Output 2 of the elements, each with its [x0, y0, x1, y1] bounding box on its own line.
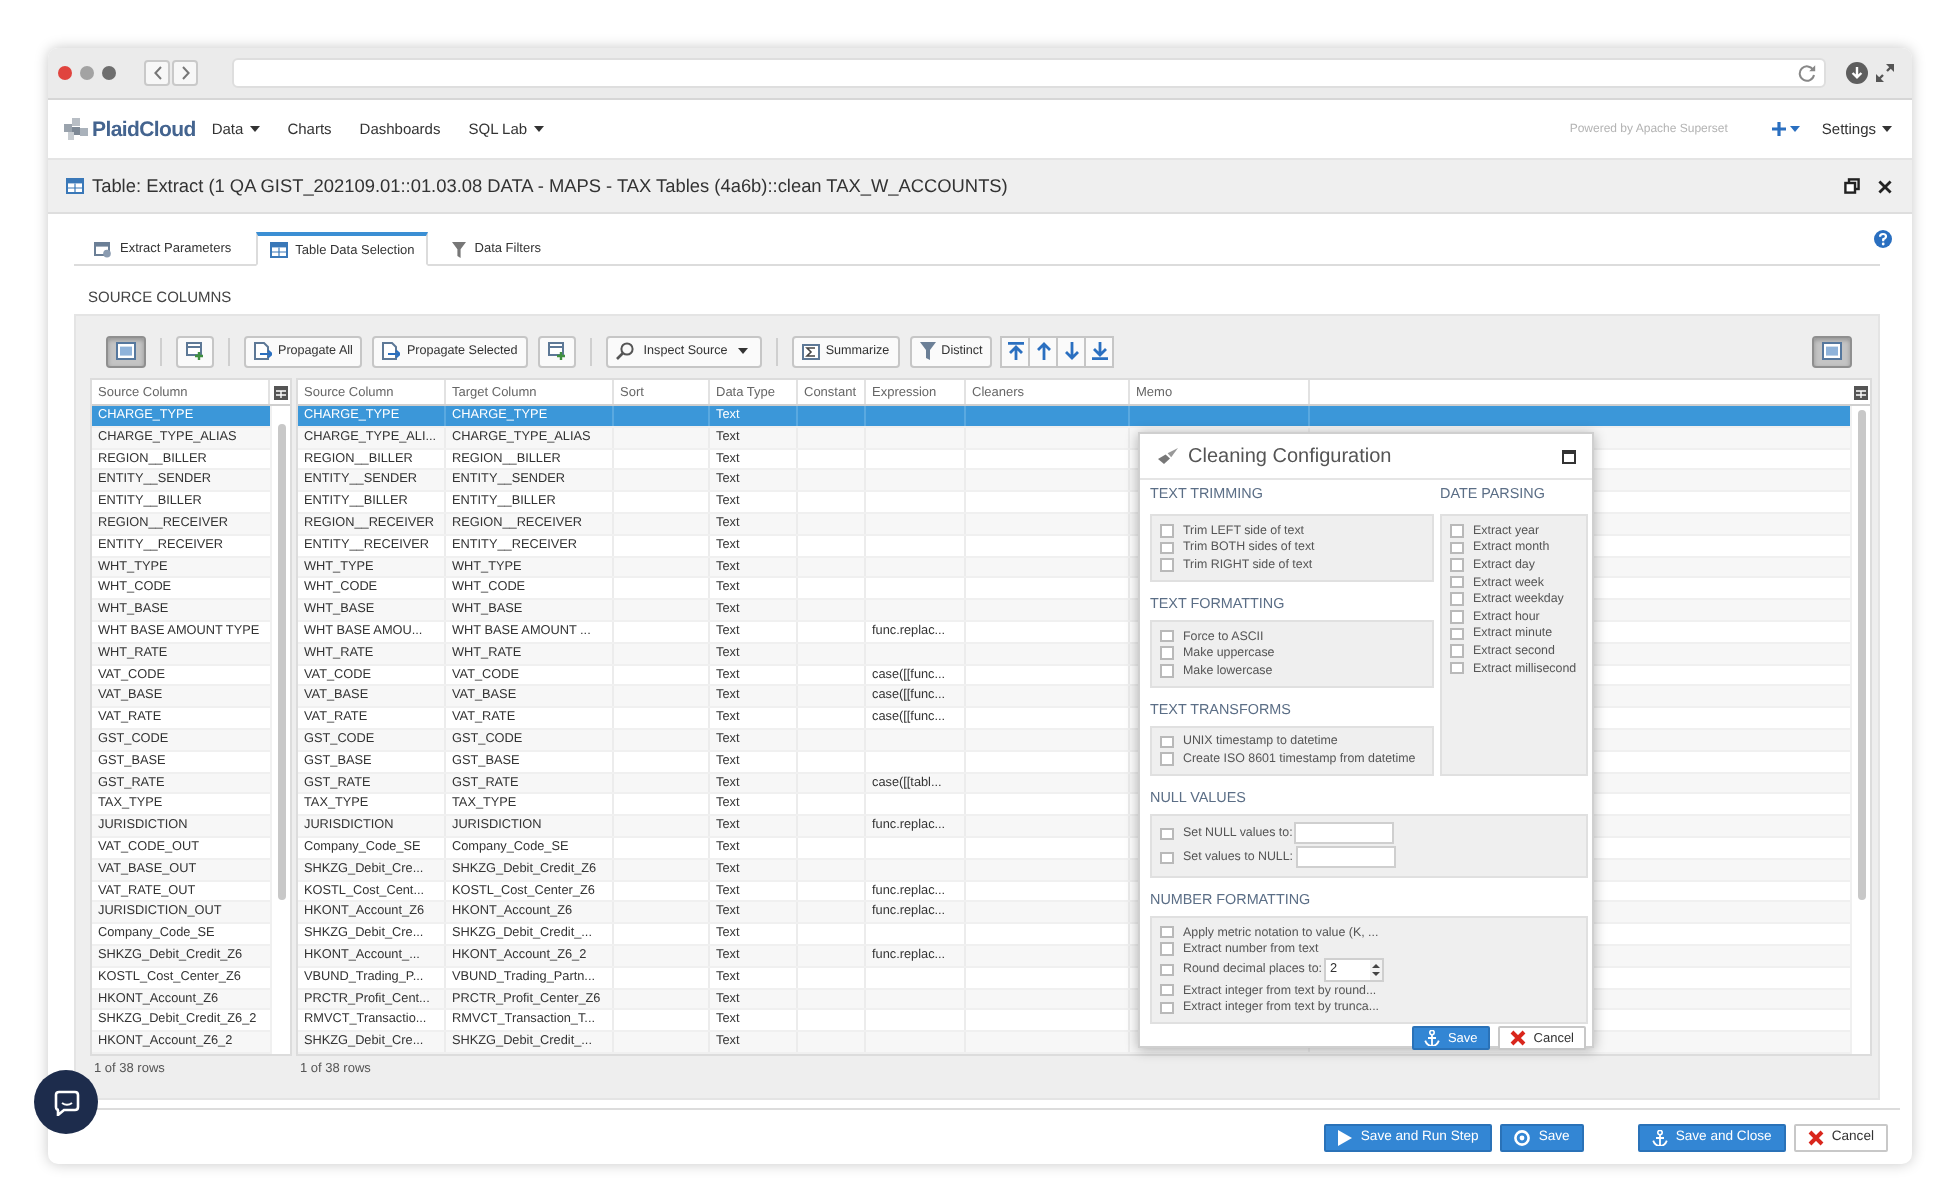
dialog-title: Cleaning Configuration: [1188, 445, 1392, 467]
window-title: Table: Extract (1 QA GIST_202109.01::01.03.08 DATA - MAPS - TAX Tables (4a6b)::clean TAX_W_ACCOUNTS): [92, 176, 1008, 196]
